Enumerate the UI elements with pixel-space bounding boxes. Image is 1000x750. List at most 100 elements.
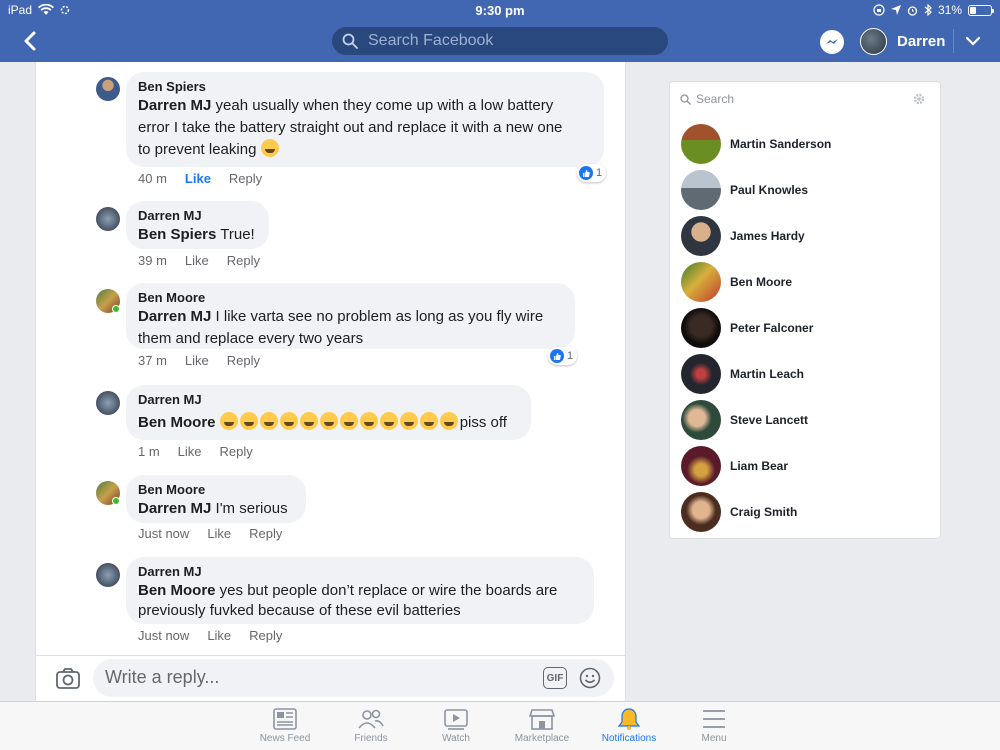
comment-text-fragment: I'm serious — [211, 500, 288, 517]
clock: 9:30 pm — [475, 3, 525, 18]
search-bar[interactable] — [332, 27, 668, 55]
menu-icon — [703, 710, 725, 728]
bluetooth-icon — [924, 4, 932, 16]
tab-label: Friends — [354, 733, 388, 744]
comment-bubble: Ben Moore Darren MJ I'm serious — [126, 475, 306, 523]
avatar[interactable] — [96, 563, 120, 587]
comment-author[interactable]: Ben Moore — [138, 290, 563, 306]
comment-author[interactable]: Ben Moore — [138, 482, 294, 498]
contact-item[interactable]: Martin Leach — [681, 352, 931, 396]
comment-actions: 37 m Like Reply — [138, 353, 260, 368]
laughing-emoji-icon — [239, 412, 258, 430]
avatar[interactable] — [96, 391, 120, 415]
reaction-badge[interactable]: 1 — [548, 347, 578, 365]
comment-author[interactable]: Darren MJ — [138, 392, 519, 408]
like-button[interactable]: Like — [178, 444, 202, 459]
contact-item[interactable]: Martin Sanderson — [681, 122, 931, 166]
comment-bubble: Darren MJ Ben Spiers True! — [126, 201, 269, 249]
gif-button[interactable]: GIF — [543, 667, 567, 689]
comment-author[interactable]: Ben Spiers — [138, 79, 592, 95]
messenger-icon — [826, 39, 838, 44]
mention-link[interactable]: Darren MJ — [138, 308, 211, 325]
contact-item[interactable]: Peter Falconer — [681, 306, 931, 350]
comment-text-fragment: piss off — [459, 414, 507, 431]
comment-text-line: yeah usually when they come up with a lo… — [211, 97, 554, 114]
like-button[interactable]: Like — [185, 253, 209, 268]
mention-link[interactable]: Darren MJ — [138, 500, 211, 517]
reaction-count: 1 — [596, 167, 603, 179]
comment-author[interactable]: Darren MJ — [138, 564, 582, 580]
like-button[interactable]: Like — [207, 526, 231, 541]
camera-icon[interactable] — [56, 667, 80, 689]
comment-text: Ben Moore yes but people don’t replace o… — [138, 580, 582, 602]
comment-text-line: to prevent leaking — [138, 139, 592, 161]
reply-button[interactable]: Reply — [249, 526, 282, 541]
laughing-emoji-row — [219, 412, 460, 431]
like-button[interactable]: Like — [185, 171, 211, 186]
comment-time: 40 m — [138, 171, 167, 186]
messenger-button[interactable] — [820, 30, 844, 54]
contact-name: Steve Lancett — [730, 413, 809, 427]
avatar — [681, 308, 721, 348]
comment-author[interactable]: Darren MJ — [138, 208, 257, 224]
tab-notifications[interactable]: Notifications — [589, 708, 669, 744]
search-input[interactable] — [368, 32, 648, 50]
reply-button[interactable]: Reply — [227, 353, 260, 368]
contact-item[interactable]: Craig Smith — [681, 490, 931, 534]
tab-marketplace[interactable]: Marketplace — [502, 708, 582, 744]
search-icon — [342, 33, 358, 49]
comment-time: 39 m — [138, 253, 167, 268]
contact-item[interactable]: James Hardy — [681, 214, 931, 258]
comment-time: 1 m — [138, 444, 160, 459]
comment-text: Darren MJ I'm serious — [138, 498, 294, 520]
contact-item[interactable]: Liam Bear — [681, 444, 931, 488]
like-button[interactable]: Like — [185, 353, 209, 368]
avatar — [681, 446, 721, 486]
tab-label: News Feed — [259, 733, 311, 744]
avatar — [681, 124, 721, 164]
comment-actions: 39 m Like Reply — [138, 253, 260, 268]
top-bar: iPad 9:30 pm 31% Darren — [0, 0, 1000, 62]
reply-input[interactable] — [105, 667, 525, 688]
tab-menu[interactable]: Menu — [674, 708, 754, 744]
gear-icon[interactable] — [912, 92, 926, 106]
emoji-icon[interactable] — [579, 667, 601, 689]
mention-link[interactable]: Ben Spiers — [138, 226, 216, 243]
reply-button[interactable]: Reply — [229, 171, 262, 186]
laughing-emoji-icon — [439, 412, 458, 430]
comment-time: Just now — [138, 526, 190, 541]
comment-bubble: Ben Moore Darren MJ I like varta see no … — [126, 283, 575, 349]
contact-item[interactable]: Paul Knowles — [681, 168, 931, 212]
reaction-badge[interactable]: 1 — [577, 164, 607, 182]
tab-friends[interactable]: Friends — [331, 708, 411, 744]
mention-link[interactable]: Darren MJ — [138, 97, 211, 114]
news-feed-icon — [273, 708, 297, 730]
location-icon — [890, 5, 901, 15]
profile-button[interactable]: Darren — [860, 28, 945, 55]
avatar[interactable] — [96, 77, 120, 101]
mention-link[interactable]: Ben Moore — [138, 582, 216, 599]
chevron-down-icon[interactable] — [965, 33, 981, 49]
avatar — [681, 492, 721, 532]
contact-item[interactable]: Steve Lancett — [681, 398, 931, 442]
avatar — [860, 28, 887, 55]
back-chevron-icon[interactable] — [20, 30, 42, 52]
like-button[interactable]: Like — [207, 628, 231, 643]
avatar[interactable] — [96, 207, 120, 231]
tab-label: Menu — [701, 733, 727, 744]
contacts-search[interactable]: Search — [680, 92, 734, 106]
laughing-emoji-icon — [299, 412, 318, 430]
comment-text-fragment: True! — [216, 226, 255, 243]
tab-news-feed[interactable]: News Feed — [245, 708, 325, 744]
tab-label: Marketplace — [514, 733, 570, 744]
comment-text: Darren MJ yeah usually when they come up… — [138, 95, 592, 117]
reply-button[interactable]: Reply — [227, 253, 260, 268]
comment-text: Darren MJ I like varta see no problem as… — [138, 306, 563, 328]
comment-text-fragment: to prevent leaking — [138, 141, 261, 158]
reply-field-container[interactable]: GIF — [93, 659, 614, 697]
tab-watch[interactable]: Watch — [416, 708, 496, 744]
reply-button[interactable]: Reply — [249, 628, 282, 643]
mention-link[interactable]: Ben Moore — [138, 414, 216, 431]
reply-button[interactable]: Reply — [220, 444, 253, 459]
contact-item[interactable]: Ben Moore — [681, 260, 931, 304]
